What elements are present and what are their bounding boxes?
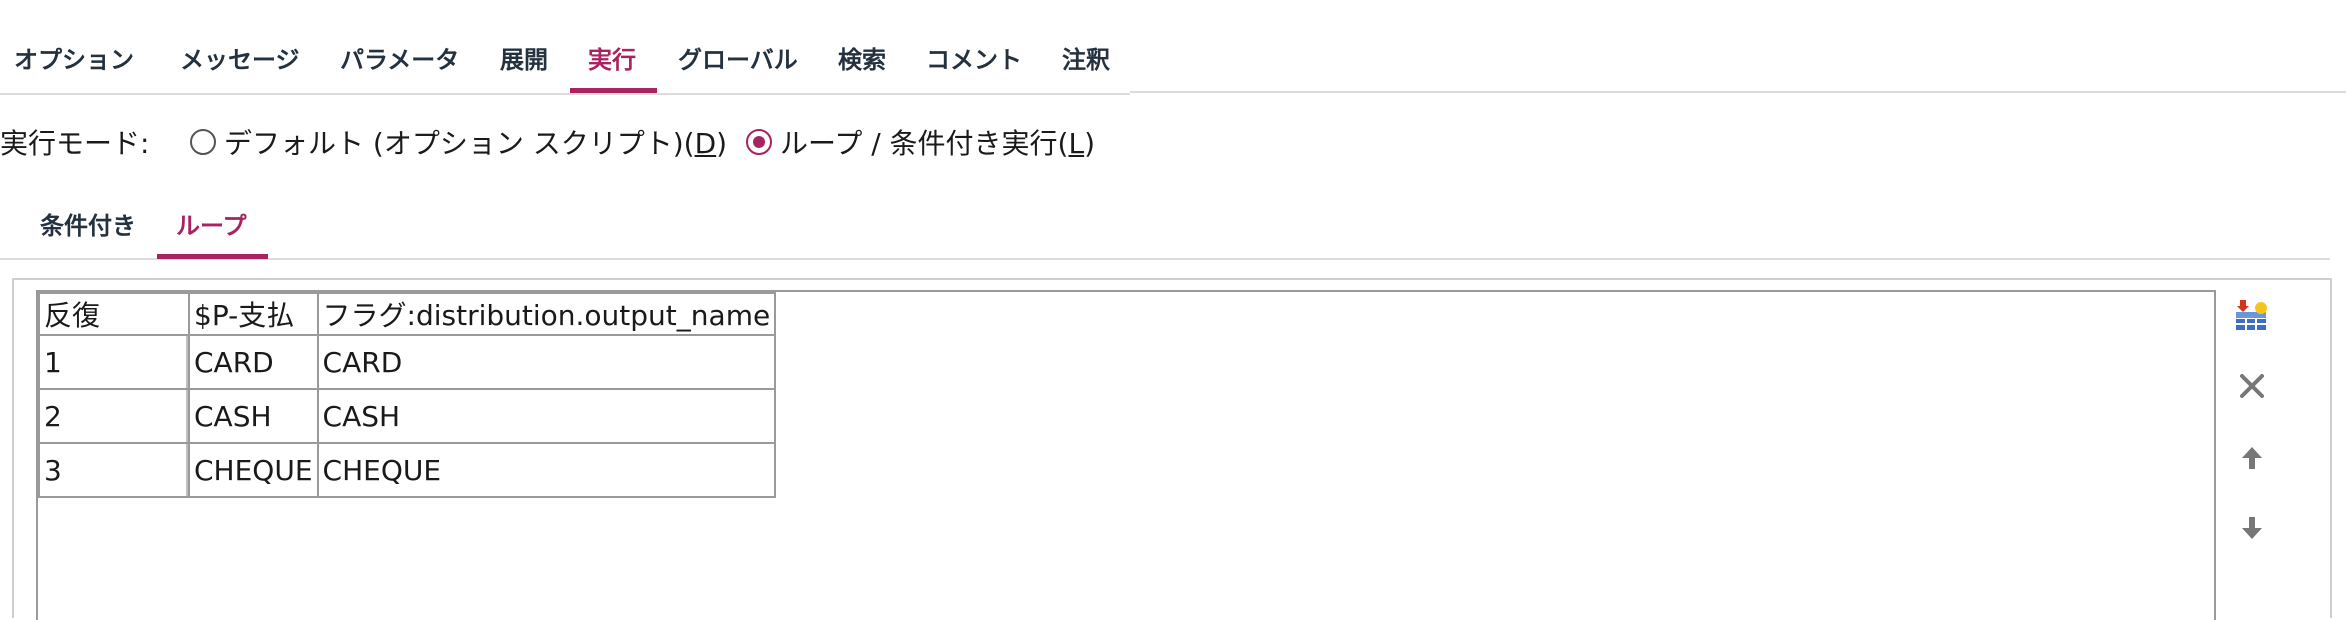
delete-row-button[interactable] (2232, 366, 2272, 406)
active-tab-indicator (570, 88, 657, 93)
table-row[interactable]: 3 CHEQUE CHEQUE (38, 442, 777, 498)
divider (1130, 91, 2346, 93)
iteration-cell[interactable]: 3 (38, 442, 190, 498)
tab-comment[interactable]: コメント (926, 40, 1022, 75)
radio-loop-conditional[interactable]: ループ / 条件付き実行(L) (746, 122, 1095, 162)
move-up-icon (2242, 447, 2262, 469)
radio-default[interactable]: デフォルト (オプション スクリプト)(D) (190, 122, 727, 162)
move-down-button[interactable] (2232, 508, 2272, 548)
column-header-flag[interactable]: フラグ:distribution.output_name (316, 292, 777, 336)
loop-table: 反復 $P-支払 フラグ:distribution.output_name 1 … (38, 292, 777, 498)
radio-button-default[interactable] (190, 129, 216, 155)
payment-cell[interactable]: CARD (188, 334, 319, 390)
tab-search[interactable]: 検索 (838, 40, 886, 75)
flag-cell[interactable]: CHEQUE (316, 442, 777, 498)
active-subtab-indicator (157, 254, 268, 259)
table-row[interactable]: 1 CARD CARD (38, 334, 777, 390)
iteration-cell[interactable]: 1 (38, 334, 190, 390)
radio-button-loop[interactable] (746, 129, 772, 155)
tab-messages[interactable]: メッセージ (180, 40, 300, 75)
tab-execution[interactable]: 実行 (588, 40, 636, 75)
column-header-iteration[interactable]: 反復 (38, 292, 190, 336)
table-header-row: 反復 $P-支払 フラグ:distribution.output_name (38, 292, 777, 336)
tab-parameters[interactable]: パラメータ (340, 40, 459, 75)
table-row[interactable]: 2 CASH CASH (38, 388, 777, 444)
tab-annotation[interactable]: 注釈 (1062, 40, 1110, 75)
flag-cell[interactable]: CARD (316, 334, 777, 390)
flag-cell[interactable]: CASH (316, 388, 777, 444)
iteration-cell[interactable]: 2 (38, 388, 190, 444)
tab-conditional[interactable]: 条件付き (40, 206, 136, 241)
payment-cell[interactable]: CHEQUE (188, 442, 319, 498)
tab-expand[interactable]: 展開 (500, 40, 548, 75)
radio-default-label: デフォルト (オプション スクリプト)(D) (224, 127, 728, 160)
payment-cell[interactable]: CASH (188, 388, 319, 444)
delete-icon (2240, 374, 2264, 398)
sub-tab-bar: 条件付き ループ (0, 190, 2330, 260)
move-up-button[interactable] (2232, 438, 2272, 478)
loop-panel: 反復 $P-支払 フラグ:distribution.output_name 1 … (12, 278, 2332, 620)
loop-table-container: 反復 $P-支払 フラグ:distribution.output_name 1 … (36, 290, 2216, 620)
tab-loop[interactable]: ループ (176, 206, 247, 241)
radio-loop-label: ループ / 条件付き実行(L) (780, 127, 1096, 160)
add-row-icon (2236, 300, 2267, 330)
top-tab-bar: オプション メッセージ パラメータ 展開 実行 グローバル 検索 コメント 注釈 (0, 0, 1130, 95)
add-row-button[interactable] (2232, 296, 2272, 336)
tab-global[interactable]: グローバル (678, 40, 798, 75)
tab-options[interactable]: オプション (14, 40, 134, 75)
move-down-icon (2242, 517, 2262, 539)
column-header-payment[interactable]: $P-支払 (188, 292, 319, 336)
execution-mode-label: 実行モード: (0, 127, 150, 160)
